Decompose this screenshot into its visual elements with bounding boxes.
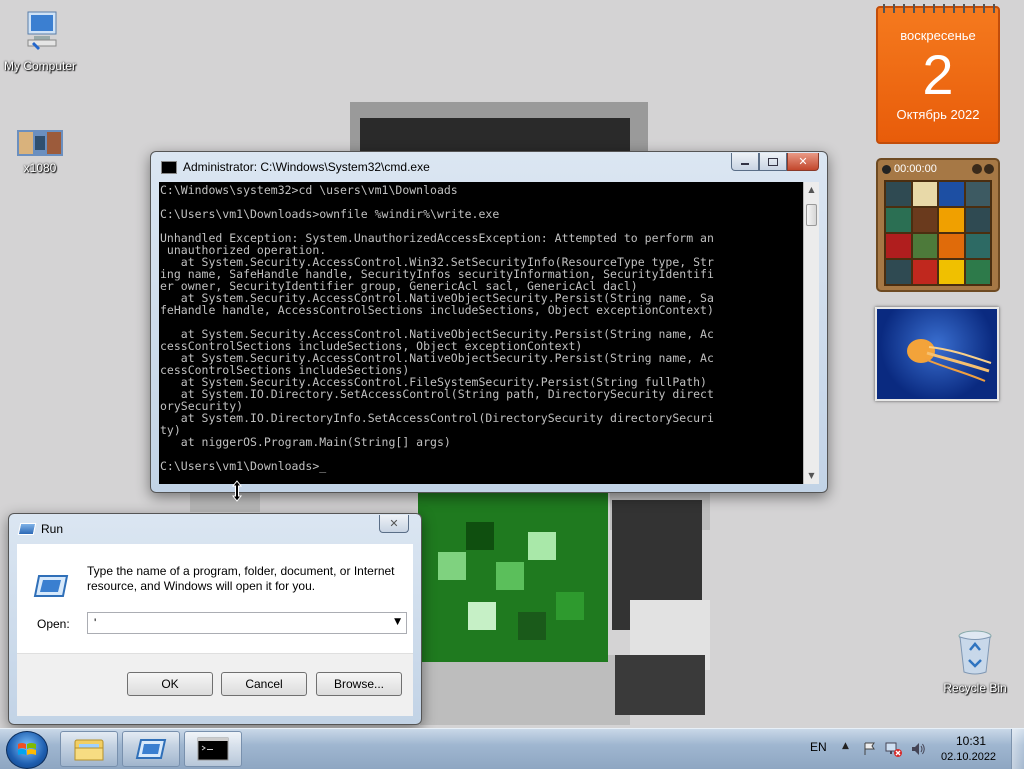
scroll-thumb[interactable] xyxy=(806,204,817,226)
network-icon[interactable] xyxy=(885,741,903,757)
run-title: Run xyxy=(41,522,64,536)
wallpaper-creeper xyxy=(418,492,608,662)
cmd-window[interactable]: Administrator: C:\Windows\System32\cmd.e… xyxy=(150,151,828,493)
clock-date[interactable]: 02.10.2022 xyxy=(941,751,996,763)
resize-cursor-icon xyxy=(231,480,243,502)
show-hidden-icons-arrow[interactable]: ▲ xyxy=(842,741,849,751)
run-body: Type the name of a program, folder, docu… xyxy=(17,544,413,716)
picture-puzzle-gadget[interactable]: 00:00:00 xyxy=(876,158,1000,292)
run-icon xyxy=(17,523,37,535)
console-line: at System.IO.DirectoryInfo.SetAccessCont… xyxy=(160,411,714,425)
cmd-icon xyxy=(161,160,177,174)
close-icon: ✕ xyxy=(389,518,399,530)
desktop-icon-my-computer[interactable]: My Computer xyxy=(0,10,80,73)
taskbar: EN ▲ 10:31 02.10.2022 xyxy=(0,728,1024,769)
puzzle-grid[interactable] xyxy=(884,180,992,286)
wallpaper-block xyxy=(420,655,630,725)
wallpaper-block xyxy=(360,118,630,152)
cancel-button[interactable]: Cancel xyxy=(221,672,307,696)
language-indicator[interactable]: EN xyxy=(810,740,827,754)
slideshow-gadget[interactable] xyxy=(875,307,999,401)
taskbar-explorer-button[interactable] xyxy=(60,731,118,767)
open-combobox[interactable]: ' ▼ xyxy=(87,612,407,634)
open-input[interactable]: ' xyxy=(94,616,96,630)
puzzle-shuffle-icon[interactable] xyxy=(984,164,994,174)
taskbar-run-button[interactable] xyxy=(122,731,180,767)
calendar-day: 2 xyxy=(922,43,954,106)
console-line: feHandle handle, AccessControlSections i… xyxy=(160,303,714,317)
desktop-icon-x1080[interactable]: x1080 xyxy=(0,130,80,175)
run-program-icon xyxy=(33,575,69,597)
open-label: Open: xyxy=(37,617,70,631)
console-line: C:\Users\vm1\Downloads>_ xyxy=(160,459,327,473)
minimize-icon xyxy=(741,163,749,165)
windows-logo-icon xyxy=(18,743,36,755)
puzzle-toolbar: 00:00:00 xyxy=(878,160,998,178)
calendar-weekday: воскресенье xyxy=(900,28,976,43)
close-button[interactable]: ✕ xyxy=(787,153,819,171)
console-output[interactable]: C:\Windows\system32>cd \users\vm1\Downlo… xyxy=(159,182,803,484)
run-titlebar[interactable]: Run ✕ xyxy=(9,514,421,544)
image-file-icon xyxy=(17,130,63,156)
clock-time[interactable]: 10:31 xyxy=(956,734,986,748)
minimize-button[interactable] xyxy=(731,153,759,171)
calendar-gadget[interactable]: воскресенье 2 Октябрь 2022 xyxy=(876,4,1000,144)
close-icon: ✕ xyxy=(798,156,808,168)
desktop-icon-label: x1080 xyxy=(23,161,57,175)
jellyfish-photo xyxy=(907,339,992,382)
cmd-title: Administrator: C:\Windows\System32\cmd.e… xyxy=(183,160,430,174)
puzzle-help-icon[interactable] xyxy=(972,164,982,174)
recycle-bin-icon xyxy=(958,630,992,675)
run-footer: OK Cancel Browse... xyxy=(17,653,413,716)
chevron-down-icon[interactable]: ▼ xyxy=(394,617,401,627)
clock-icon xyxy=(882,164,891,174)
maximize-icon xyxy=(768,157,778,166)
console-line: C:\Windows\system32>cd \users\vm1\Downlo… xyxy=(160,183,458,197)
maximize-button[interactable] xyxy=(759,153,787,171)
show-desktop-button[interactable] xyxy=(1011,729,1024,769)
scroll-down-arrow[interactable]: ▼ xyxy=(804,468,819,484)
action-center-icon[interactable] xyxy=(862,741,878,757)
console-line: at niggerOS.Program.Main(String[] args) xyxy=(160,435,451,449)
computer-icon xyxy=(27,11,57,50)
console-line: C:\Users\vm1\Downloads>ownfile %windir%\… xyxy=(160,207,500,221)
start-button[interactable] xyxy=(6,731,48,769)
cmd-titlebar[interactable]: Administrator: C:\Windows\System32\cmd.e… xyxy=(151,152,827,182)
volume-icon[interactable] xyxy=(910,741,926,757)
cmd-icon xyxy=(197,737,229,761)
desktop-icon-label: Recycle Bin xyxy=(943,681,1007,695)
desktop-icon-recycle-bin[interactable]: Recycle Bin xyxy=(935,630,1015,695)
run-description: Type the name of a program, folder, docu… xyxy=(87,564,395,593)
taskbar-cmd-button[interactable] xyxy=(184,731,242,767)
run-dialog[interactable]: Run ✕ Type the name of a program, folder… xyxy=(8,513,422,725)
puzzle-timer: 00:00:00 xyxy=(894,163,937,175)
run-program-icon xyxy=(135,739,167,759)
console-scrollbar[interactable]: ▲ ▼ xyxy=(803,182,819,484)
calendar-rings xyxy=(883,4,995,13)
console-line: at System.IO.Directory.SetAccessControl(… xyxy=(160,387,714,401)
desktop-icon-label: My Computer xyxy=(3,59,77,73)
calendar-month-year: Октябрь 2022 xyxy=(896,107,980,122)
ok-button[interactable]: OK xyxy=(127,672,213,696)
scroll-up-arrow[interactable]: ▲ xyxy=(804,182,819,198)
folder-icon xyxy=(74,739,104,761)
wallpaper-block xyxy=(190,490,260,512)
browse-button[interactable]: Browse... xyxy=(316,672,402,696)
run-close-button[interactable]: ✕ xyxy=(379,515,409,533)
wallpaper-block xyxy=(615,655,705,715)
